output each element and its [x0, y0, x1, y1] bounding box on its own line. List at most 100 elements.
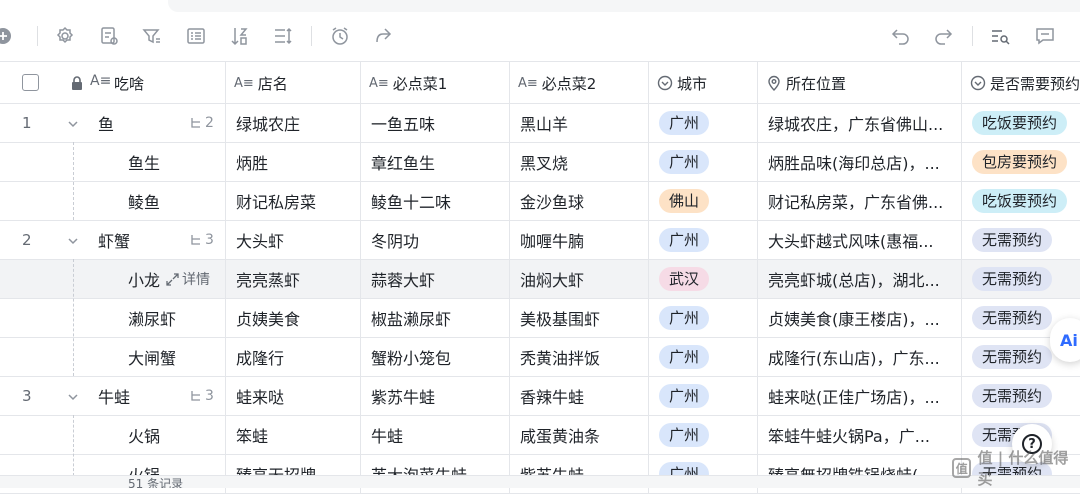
primary-cell[interactable]: 鲮鱼 [0, 182, 226, 220]
booking-cell[interactable]: 包房要预约 [962, 143, 1080, 181]
subrecord-count[interactable]: 3 [189, 377, 214, 415]
dish1-cell[interactable]: 蒜蓉大虾 [361, 260, 510, 298]
header-dish2[interactable]: A≡ 必点菜2 [510, 62, 649, 104]
sort-icon[interactable] [229, 25, 251, 47]
open-detail-link[interactable]: 详情 [166, 260, 210, 298]
add-circle-icon[interactable] [0, 25, 14, 47]
alarm-icon[interactable] [329, 25, 351, 47]
city-cell[interactable]: 广州 [649, 299, 758, 337]
primary-cell[interactable]: 1 鱼 2 [0, 104, 226, 142]
header-dish1[interactable]: A≡ 必点菜1 [361, 62, 510, 104]
undo-icon[interactable] [890, 25, 912, 47]
location-cell[interactable]: 绿城农庄，广东省佛山... [758, 104, 962, 142]
dish1-cell[interactable]: 椒盐濑尿虾 [361, 299, 510, 337]
table-row[interactable]: 火锅 笨蛙 牛蛙 咸蛋黄油条 广州 笨蛙牛蛙火锅Pa，广... 无需预约 [0, 416, 1080, 455]
table-row[interactable]: 大闸蟹 成隆行 蟹粉小笼包 秃黄油拌饭 广州 成隆行(东山店)，广东... 无需预约 [0, 338, 1080, 377]
dish1-cell[interactable]: 蟹粉小笼包 [361, 338, 510, 376]
location-cell[interactable]: 笨蛙牛蛙火锅Pa，广... [758, 416, 962, 454]
dish1-text: 冬阴功 [371, 232, 420, 251]
location-cell[interactable]: 成隆行(东山店)，广东... [758, 338, 962, 376]
booking-cell[interactable]: 吃饭要预约 [962, 182, 1080, 220]
shop-cell[interactable]: 大头虾 [226, 221, 361, 259]
dish2-cell[interactable]: 美极基围虾 [510, 299, 649, 337]
field-config-icon[interactable] [98, 25, 120, 47]
header-city[interactable]: 城市 [649, 62, 758, 104]
subrecord-count[interactable]: 2 [189, 104, 214, 142]
filter-icon[interactable] [141, 25, 163, 47]
booking-cell[interactable]: 无需预约 [962, 377, 1080, 415]
chevron-down-icon[interactable] [66, 117, 80, 131]
redo-icon[interactable] [932, 25, 954, 47]
dish2-cell[interactable]: 黑叉烧 [510, 143, 649, 181]
primary-cell[interactable]: 3 牛蛙 3 [0, 377, 226, 415]
subrecord-count[interactable]: 3 [189, 221, 214, 259]
city-cell[interactable]: 佛山 [649, 182, 758, 220]
header-primary[interactable]: A≡ 吃啥 [0, 62, 226, 104]
primary-cell[interactable]: 濑尿虾 [0, 299, 226, 337]
comment-icon[interactable] [1034, 25, 1056, 47]
group-row[interactable]: 1 鱼 2 绿城农庄 一鱼五味 黑山羊 广州 绿城农庄，广东省佛山... 吃饭要预约 [0, 104, 1080, 143]
primary-cell[interactable]: 小龙 详情 [0, 260, 226, 298]
header-location[interactable]: 所在位置 [758, 62, 962, 104]
group-icon[interactable] [185, 25, 207, 47]
dish1-cell[interactable]: 章红鱼生 [361, 143, 510, 181]
primary-cell[interactable]: 2 虾蟹 3 [0, 221, 226, 259]
shop-cell[interactable]: 成隆行 [226, 338, 361, 376]
location-cell[interactable]: 蛙来哒(正佳广场店)，... [758, 377, 962, 415]
dish1-cell[interactable]: 鲮鱼十二味 [361, 182, 510, 220]
city-cell[interactable]: 广州 [649, 143, 758, 181]
dish1-cell[interactable]: 紫苏牛蛙 [361, 377, 510, 415]
dish2-cell[interactable]: 咸蛋黄油条 [510, 416, 649, 454]
city-cell[interactable]: 广州 [649, 221, 758, 259]
booking-cell[interactable]: 无需预约 [962, 260, 1080, 298]
ai-assistant-button[interactable]: Ai [1050, 318, 1080, 362]
location-text: 亮亮虾城(总店)，湖北... [768, 271, 940, 290]
location-cell[interactable]: 大头虾越式风味(惠福... [758, 221, 962, 259]
dish2-cell[interactable]: 咖喱牛腩 [510, 221, 649, 259]
search-icon[interactable] [989, 25, 1011, 47]
shop-cell[interactable]: 亮亮蒸虾 [226, 260, 361, 298]
header-shop[interactable]: A≡ 店名 [226, 62, 361, 104]
select-all-checkbox[interactable] [22, 74, 39, 91]
dish2-cell[interactable]: 油焖大虾 [510, 260, 649, 298]
table-row[interactable]: 鱼生 炳胜 章红鱼生 黑叉烧 广州 炳胜品味(海印总店)，... 包房要预约 [0, 143, 1080, 182]
city-cell[interactable]: 广州 [649, 338, 758, 376]
shop-cell[interactable]: 炳胜 [226, 143, 361, 181]
table-row[interactable]: 小龙 详情 亮亮蒸虾 蒜蓉大虾 油焖大虾 武汉 亮亮虾城(总店)，湖北... 无需预约 [0, 260, 1080, 299]
shop-cell[interactable]: 财记私房菜 [226, 182, 361, 220]
shop-cell[interactable]: 贞姨美食 [226, 299, 361, 337]
table-row[interactable]: 鲮鱼 财记私房菜 鲮鱼十二味 金沙鱼球 佛山 财记私房菜，广东省佛... 吃饭要预约 [0, 182, 1080, 221]
city-cell[interactable]: 广州 [649, 104, 758, 142]
dish1-cell[interactable]: 冬阴功 [361, 221, 510, 259]
city-cell[interactable]: 广州 [649, 416, 758, 454]
location-cell[interactable]: 财记私房菜，广东省佛... [758, 182, 962, 220]
chevron-down-icon[interactable] [66, 234, 80, 248]
dish2-cell[interactable]: 黑山羊 [510, 104, 649, 142]
dish2-cell[interactable]: 秃黄油拌饭 [510, 338, 649, 376]
city-cell[interactable]: 广州 [649, 377, 758, 415]
primary-cell[interactable]: 大闸蟹 [0, 338, 226, 376]
settings-icon[interactable] [54, 25, 76, 47]
table-row[interactable]: 濑尿虾 贞姨美食 椒盐濑尿虾 美极基围虾 广州 贞姨美食(康王楼店)，... 无需预约 [0, 299, 1080, 338]
group-row[interactable]: 2 虾蟹 3 大头虾 冬阴功 咖喱牛腩 广州 大头虾越式风味(惠福... 无需预约 [0, 221, 1080, 260]
primary-cell[interactable]: 鱼生 [0, 143, 226, 181]
booking-cell[interactable]: 无需预约 [962, 221, 1080, 259]
shop-cell[interactable]: 笨蛙 [226, 416, 361, 454]
chevron-down-icon[interactable] [66, 390, 80, 404]
dish2-cell[interactable]: 香辣牛蛙 [510, 377, 649, 415]
dish2-cell[interactable]: 金沙鱼球 [510, 182, 649, 220]
row-height-icon[interactable] [272, 25, 294, 47]
location-cell[interactable]: 贞姨美食(康王楼店)，... [758, 299, 962, 337]
shop-cell[interactable]: 绿城农庄 [226, 104, 361, 142]
location-cell[interactable]: 炳胜品味(海印总店)，... [758, 143, 962, 181]
location-cell[interactable]: 亮亮虾城(总店)，湖北... [758, 260, 962, 298]
dish1-cell[interactable]: 一鱼五味 [361, 104, 510, 142]
dish1-cell[interactable]: 牛蛙 [361, 416, 510, 454]
shop-cell[interactable]: 蛙来哒 [226, 377, 361, 415]
booking-cell[interactable]: 吃饭要预约 [962, 104, 1080, 142]
primary-cell[interactable]: 火锅 [0, 416, 226, 454]
city-cell[interactable]: 武汉 [649, 260, 758, 298]
header-booking[interactable]: 是否需要预约 [962, 62, 1080, 104]
group-row[interactable]: 3 牛蛙 3 蛙来哒 紫苏牛蛙 香辣牛蛙 广州 蛙来哒(正佳广场店)，... 无需预约 [0, 377, 1080, 416]
share-icon[interactable] [372, 25, 394, 47]
